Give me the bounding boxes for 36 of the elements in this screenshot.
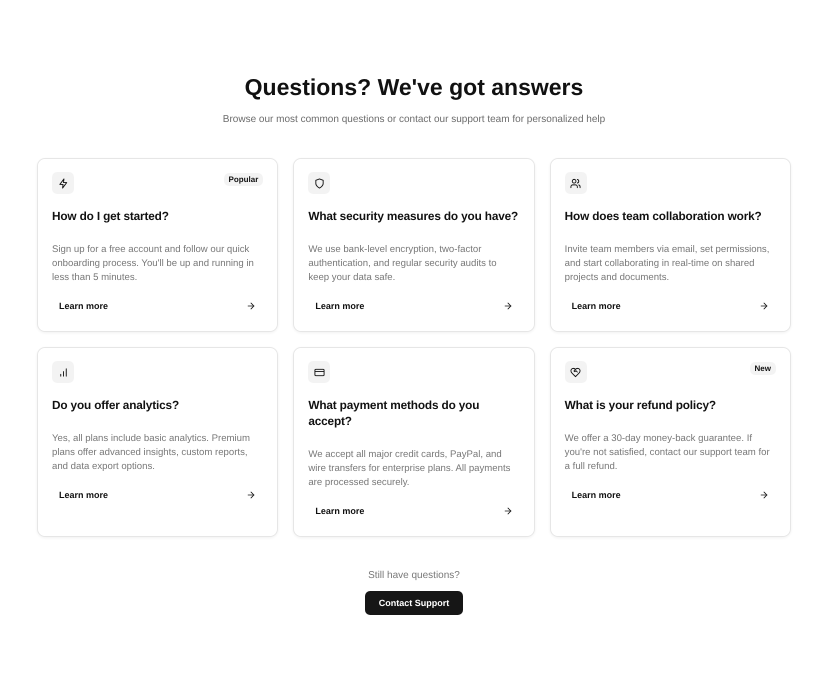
- question-title: Do you offer analytics?: [52, 397, 179, 413]
- users-icon: [570, 178, 582, 188]
- page-subtitle: Browse our most common questions or contact our support team for personalized help: [222, 114, 606, 125]
- badge: Popular: [224, 173, 264, 186]
- answer-text: We use bank-level encryption, two-factor authentication, and regular security audits to keep your data safe.: [308, 243, 498, 285]
- arrow-right-icon: [502, 506, 513, 516]
- question-title: How do I get started?: [52, 208, 169, 224]
- question-title: What security measures do you have?: [308, 208, 518, 224]
- answer-text: Yes, all plans include basic analytics. Premium plans offer advanced insights, custom reports, and data export options.: [52, 432, 252, 474]
- question-title: What is your refund policy?: [564, 397, 716, 413]
- footer-prompt: Still have questions?: [368, 570, 460, 581]
- arrow-right-icon: [246, 490, 256, 500]
- lightning-icon: [58, 178, 68, 188]
- learn-more-button[interactable]: Learn more: [52, 295, 264, 317]
- question-title: How does team collaboration work?: [564, 208, 762, 224]
- question-title: What payment methods do you accept?: [308, 397, 480, 429]
- contact-support-button[interactable]: Contact Support: [364, 591, 464, 615]
- answer-text: We accept all major credit cards, PayPal, and wire transfers for enterprise plans. All payments are processed securely.: [308, 448, 512, 490]
- learn-more-button[interactable]: Learn more: [564, 295, 776, 317]
- answer-text: Invite team members via email, set permissions, and start collaborating in real-time on shared projects and documents.: [564, 243, 770, 285]
- bar-chart-icon: [58, 366, 68, 378]
- shield-icon: [314, 178, 325, 188]
- learn-more-button[interactable]: Learn more: [52, 484, 264, 506]
- answer-text: Sign up for a free account and follow our quick onboarding process. You'll be up and running in less than 5 minutes.: [52, 243, 255, 285]
- learn-more-button[interactable]: Learn more: [308, 295, 520, 317]
- badge: New: [750, 362, 776, 375]
- learn-more-button[interactable]: Learn more: [564, 484, 776, 506]
- answer-text: We offer a 30-day money-back guarantee. If you're not satisfied, contact our support team for a full refund.: [564, 432, 771, 474]
- heart-icon: [570, 366, 582, 378]
- page-title: Questions? We've got answers: [244, 73, 584, 101]
- credit-card-icon: [314, 366, 325, 378]
- arrow-right-icon: [246, 301, 256, 311]
- learn-more-button[interactable]: Learn more: [308, 500, 520, 522]
- arrow-right-icon: [502, 301, 513, 311]
- arrow-right-icon: [758, 301, 769, 311]
- arrow-right-icon: [758, 490, 769, 500]
